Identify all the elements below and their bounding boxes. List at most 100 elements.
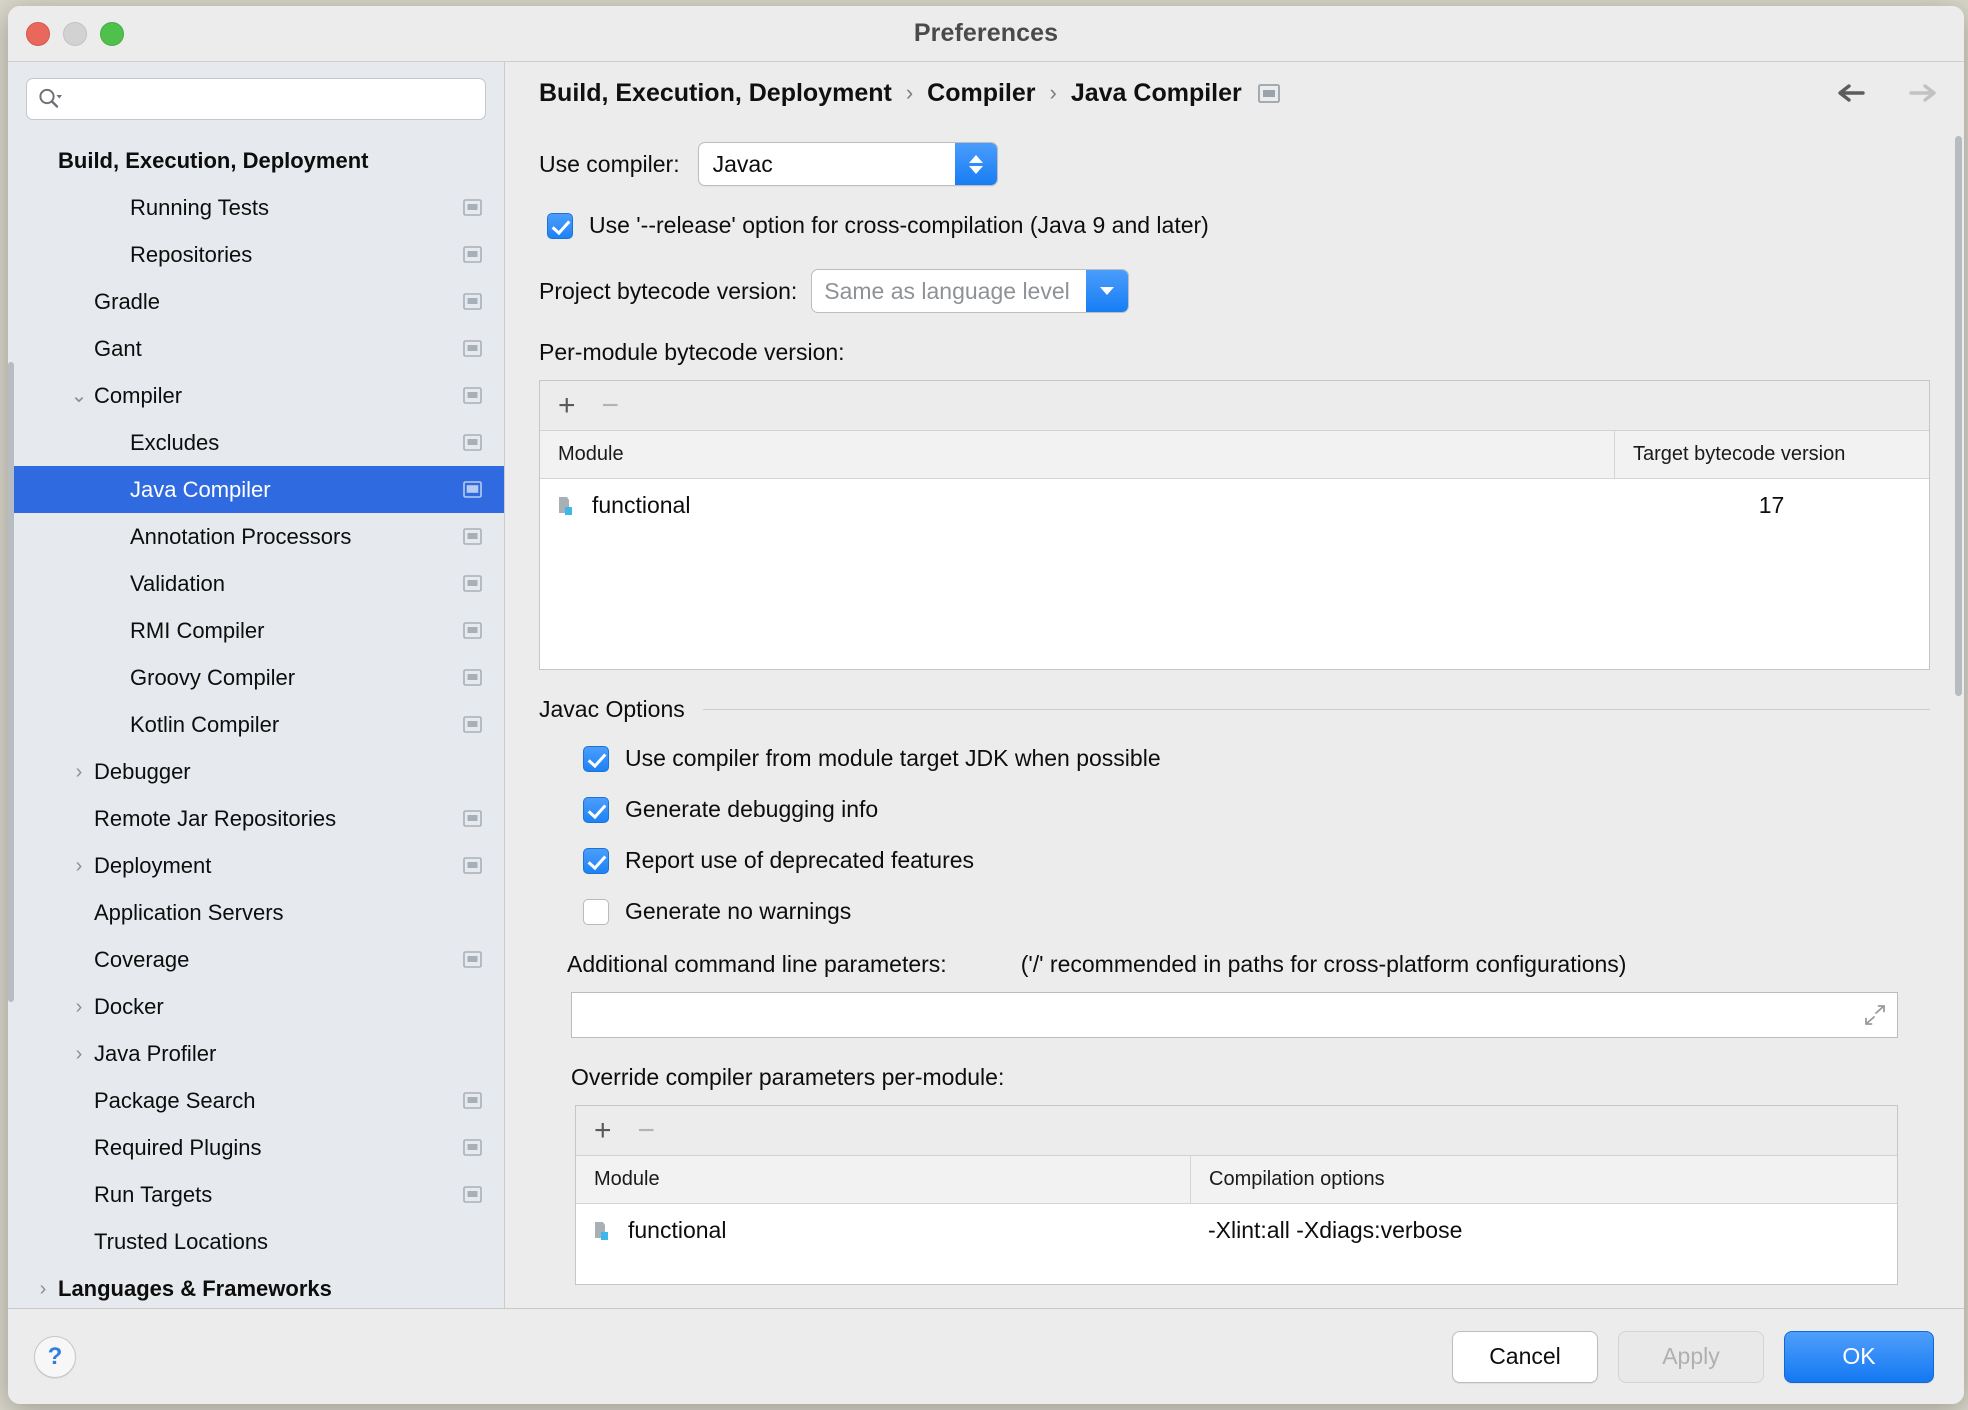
remove-override-button[interactable]: − <box>638 1115 656 1146</box>
javac-option-checkbox[interactable] <box>583 796 609 823</box>
sidebar-item-label: Annotation Processors <box>130 523 352 549</box>
settings-content: Use compiler: Javac Use '--release' opti… <box>505 124 1964 1308</box>
sidebar-item-validation[interactable]: Validation <box>8 560 504 607</box>
add-override-button[interactable]: + <box>594 1115 612 1146</box>
sidebar-item-package-search[interactable]: Package Search <box>8 1077 504 1124</box>
column-header-module-2[interactable]: Module <box>576 1156 1190 1203</box>
per-module-bytecode-label-row: Per-module bytecode version: <box>539 339 1930 366</box>
use-compiler-select[interactable]: Javac <box>697 142 998 186</box>
remove-module-button[interactable]: − <box>602 390 620 421</box>
settings-scope-icon <box>463 951 482 968</box>
sidebar-item-application-servers[interactable]: Application Servers <box>8 889 504 936</box>
settings-tree[interactable]: Build, Execution, Deployment Running Test… <box>8 128 504 1308</box>
additional-params-input[interactable] <box>572 1003 1897 1027</box>
sidebar-item-label: Java Compiler <box>130 476 271 502</box>
sidebar-scrollbar[interactable] <box>8 362 14 1002</box>
sidebar-item-build-execution-deployment[interactable]: Build, Execution, Deployment <box>8 137 504 184</box>
chevron-right-icon[interactable]: › <box>66 762 92 782</box>
sidebar-item-label: Trusted Locations <box>94 1228 269 1254</box>
sidebar-item-docker[interactable]: › Docker <box>8 983 504 1030</box>
sidebar-item-gant[interactable]: Gant <box>8 325 504 372</box>
javac-option-row[interactable]: Use compiler from module target JDK when… <box>583 745 1930 772</box>
add-module-button[interactable]: + <box>558 390 576 421</box>
sidebar-item-repositories[interactable]: Repositories <box>8 231 504 278</box>
javac-option-label: Report use of deprecated features <box>625 847 975 873</box>
ok-button[interactable]: OK <box>1784 1330 1934 1383</box>
settings-scope-icon <box>463 575 482 592</box>
additional-params-field[interactable] <box>571 992 1898 1038</box>
cell-target-bytecode: 17 <box>1758 491 1785 518</box>
settings-scope-icon <box>463 1186 482 1203</box>
bytecode-table-header: Module Target bytecode version <box>540 431 1929 479</box>
sidebar-item-compiler[interactable]: ⌄ Compiler <box>8 372 504 419</box>
sidebar-item-remote-jar-repositories[interactable]: Remote Jar Repositories <box>8 795 504 842</box>
sidebar-item-excludes[interactable]: Excludes <box>8 419 504 466</box>
javac-option-label: Use compiler from module target JDK when… <box>625 745 1161 771</box>
sidebar-item-groovy-compiler[interactable]: Groovy Compiler <box>8 654 504 701</box>
release-option-checkbox[interactable] <box>547 212 573 239</box>
cell-module-text: functional <box>592 491 691 518</box>
sidebar-item-trusted-locations[interactable]: Trusted Locations <box>8 1218 504 1265</box>
chevron-right-icon[interactable]: › <box>30 1279 56 1299</box>
sidebar-item-java-compiler[interactable]: Java Compiler <box>8 466 504 513</box>
project-bytecode-select[interactable]: Same as language level <box>811 269 1130 313</box>
breadcrumb-item-build[interactable]: Build, Execution, Deployment <box>539 79 892 108</box>
javac-option-checkbox[interactable] <box>583 745 609 772</box>
chevron-down-icon[interactable] <box>1086 270 1129 312</box>
sidebar-item-required-plugins[interactable]: Required Plugins <box>8 1124 504 1171</box>
sidebar-item-running-tests[interactable]: Running Tests <box>8 184 504 231</box>
sidebar-item-label: RMI Compiler <box>130 617 265 643</box>
column-header-module[interactable]: Module <box>540 431 1614 478</box>
sidebar-item-rmi-compiler[interactable]: RMI Compiler <box>8 607 504 654</box>
column-header-target-bytecode[interactable]: Target bytecode version <box>1614 431 1929 478</box>
javac-option-checkbox[interactable] <box>583 847 609 874</box>
sidebar-item-debugger[interactable]: › Debugger <box>8 748 504 795</box>
main-panel-scrollbar[interactable] <box>1955 136 1962 696</box>
project-bytecode-value: Same as language level <box>824 277 1070 304</box>
sidebar-item-java-profiler[interactable]: › Java Profiler <box>8 1030 504 1077</box>
chevron-right-icon[interactable]: › <box>66 997 92 1017</box>
sidebar-item-label: Coverage <box>94 946 190 972</box>
sidebar-item-kotlin-compiler[interactable]: Kotlin Compiler <box>8 701 504 748</box>
search-input[interactable] <box>63 88 475 110</box>
column-header-compilation-options[interactable]: Compilation options <box>1190 1156 1897 1203</box>
sidebar-item-gradle[interactable]: Gradle <box>8 278 504 325</box>
sidebar-item-languages-frameworks[interactable]: › Languages & Frameworks <box>8 1265 504 1308</box>
settings-scope-icon <box>463 481 482 498</box>
override-params-label: Override compiler parameters per-module: <box>571 1064 1005 1090</box>
breadcrumb: Build, Execution, Deployment › Compiler … <box>505 62 1964 124</box>
bytecode-table-toolbar: + − <box>540 381 1929 431</box>
javac-options-group-header: Javac Options <box>539 696 1930 723</box>
help-button[interactable]: ? <box>34 1335 76 1378</box>
breadcrumb-item-compiler[interactable]: Compiler <box>927 79 1035 108</box>
chevron-right-icon[interactable]: › <box>66 856 92 876</box>
expand-editor-icon[interactable] <box>1863 1003 1887 1027</box>
javac-option-row[interactable]: Generate no warnings <box>583 898 1930 925</box>
use-compiler-value: Javac <box>712 150 773 177</box>
sidebar-item-annotation-processors[interactable]: Annotation Processors <box>8 513 504 560</box>
per-module-bytecode-label: Per-module bytecode version: <box>539 339 845 365</box>
javac-option-row[interactable]: Report use of deprecated features <box>583 847 1930 874</box>
cell-module: functional <box>540 492 1614 519</box>
sidebar-item-label: Required Plugins <box>94 1134 262 1160</box>
table-row[interactable]: functional -Xlint:all -Xdiags:verbose <box>576 1204 1897 1256</box>
chevron-down-icon[interactable]: ⌄ <box>66 386 92 406</box>
chevron-right-icon[interactable]: › <box>66 1044 92 1064</box>
back-arrow-icon[interactable] <box>1836 81 1870 105</box>
apply-button[interactable]: Apply <box>1618 1330 1764 1383</box>
forward-arrow-icon[interactable] <box>1904 81 1938 105</box>
release-option-row[interactable]: Use '--release' option for cross-compila… <box>547 212 1930 239</box>
search-box[interactable] <box>26 78 486 120</box>
sidebar-item-run-targets[interactable]: Run Targets <box>8 1171 504 1218</box>
cancel-button[interactable]: Cancel <box>1452 1330 1598 1383</box>
sidebar-item-deployment[interactable]: › Deployment <box>8 842 504 889</box>
settings-scope-icon <box>463 434 482 451</box>
sidebar-item-coverage[interactable]: Coverage <box>8 936 504 983</box>
javac-option-row[interactable]: Generate debugging info <box>583 796 1930 823</box>
group-divider <box>702 709 1930 710</box>
sidebar-item-label: Remote Jar Repositories <box>94 805 337 831</box>
table-row[interactable]: functional 17 <box>540 479 1929 531</box>
stepper-up-down-icon[interactable] <box>954 143 997 185</box>
javac-option-checkbox[interactable] <box>583 898 609 925</box>
sidebar-item-label: Excludes <box>130 429 220 455</box>
